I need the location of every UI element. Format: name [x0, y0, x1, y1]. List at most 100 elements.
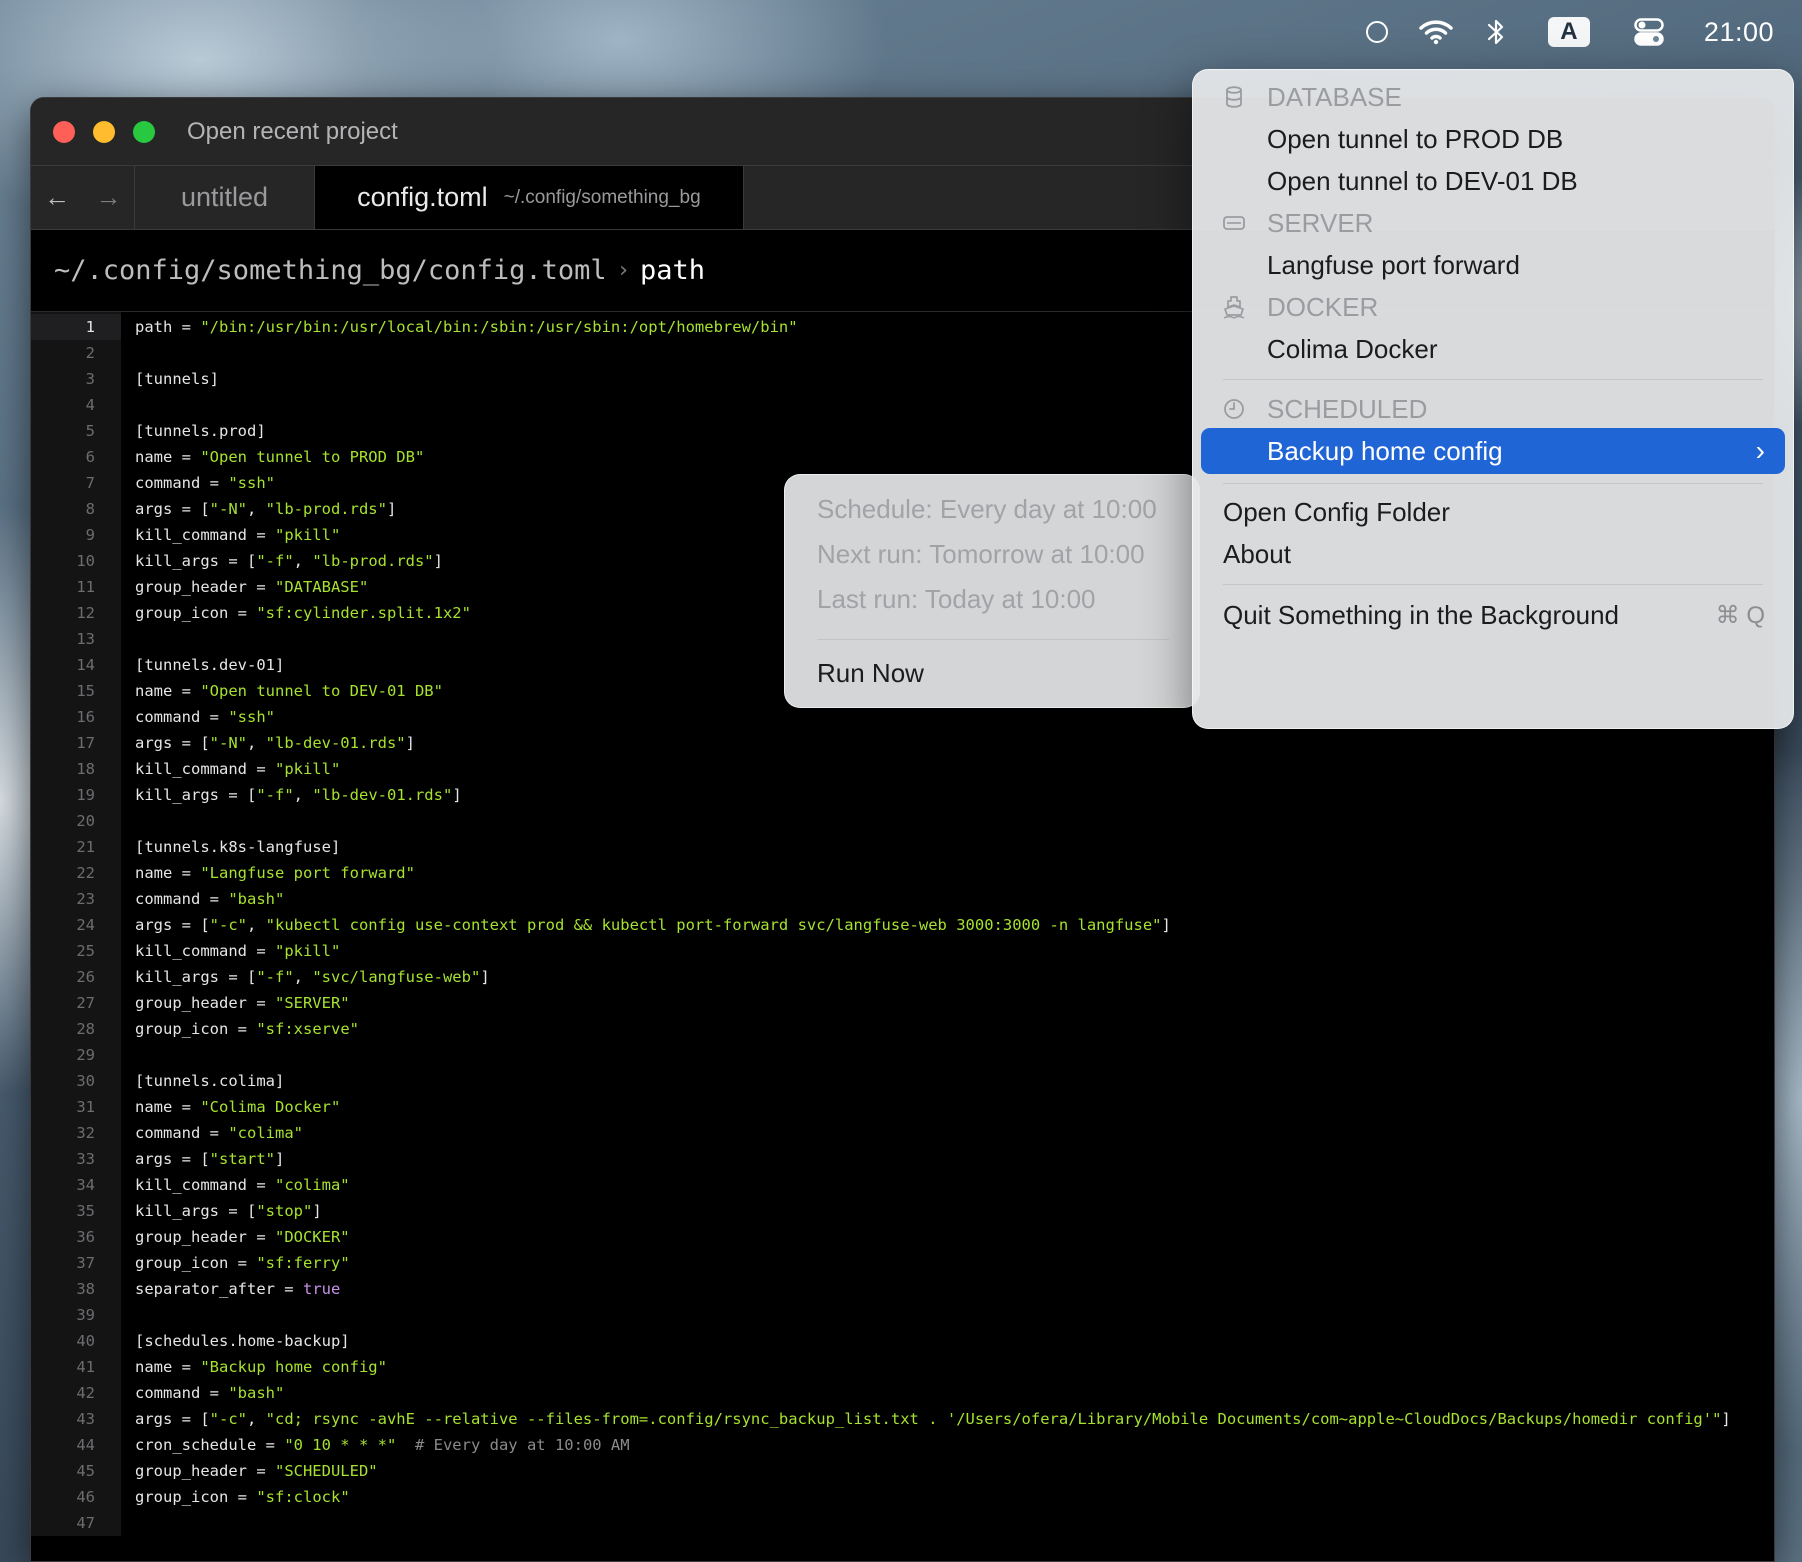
code-line[interactable]: group_icon = "sf:ferry": [135, 1250, 1774, 1276]
menu-item-label: Open tunnel to DEV-01 DB: [1267, 165, 1578, 196]
code-line[interactable]: args = ["-c", "kubectl config use-contex…: [135, 912, 1774, 938]
code-line[interactable]: [tunnels.k8s-langfuse]: [135, 834, 1774, 860]
line-number: 45: [76, 1462, 95, 1480]
code-line[interactable]: kill_command = "pkill": [135, 938, 1774, 964]
quit-item[interactable]: Quit Something in the Background ⌘ Q: [1193, 594, 1793, 636]
line-number: 1: [31, 314, 121, 340]
code-line[interactable]: [135, 1510, 1774, 1536]
breadcrumb-separator: ›: [616, 258, 630, 283]
colima-item[interactable]: Colima Docker: [1193, 328, 1793, 370]
menu-item-label: Backup home config: [1267, 435, 1503, 466]
code-line[interactable]: kill_command = "pkill": [135, 756, 1774, 782]
line-number: 47: [76, 1514, 95, 1532]
line-number: 28: [76, 1020, 95, 1038]
code-line[interactable]: command = "colima": [135, 1120, 1774, 1146]
breadcrumb-path[interactable]: ~/.config/something_bg/config.toml: [54, 255, 607, 286]
prod-tunnel-item[interactable]: Open tunnel to PROD DB: [1193, 118, 1793, 160]
code-line[interactable]: group_header = "SERVER": [135, 990, 1774, 1016]
code-line[interactable]: kill_args = ["stop"]: [135, 1198, 1774, 1224]
code-line[interactable]: args = ["-N", "lb-dev-01.rds"]: [135, 730, 1774, 756]
menu-item-label: Quit Something in the Background: [1223, 599, 1620, 630]
dev-tunnel-item[interactable]: Open tunnel to DEV-01 DB: [1193, 160, 1793, 202]
code-line[interactable]: group_icon = "sf:clock": [135, 1484, 1774, 1510]
tab-label: config.toml: [357, 182, 488, 212]
code-line[interactable]: kill_command = "colima": [135, 1172, 1774, 1198]
scheduled-header: SCHEDULED: [1193, 388, 1793, 430]
docker-header: DOCKER: [1193, 286, 1793, 328]
back-arrow-icon[interactable]: ←: [31, 166, 83, 229]
line-number: 11: [76, 578, 95, 596]
input-source-icon[interactable]: A: [1547, 17, 1590, 47]
tab-path: ~/.config/something_bg: [503, 186, 701, 208]
open-config-folder-item[interactable]: Open Config Folder: [1193, 491, 1793, 533]
line-number: 16: [76, 708, 95, 726]
line-number: 38: [76, 1280, 95, 1298]
close-window-button[interactable]: [53, 120, 75, 143]
menu-item-label: About: [1223, 538, 1291, 569]
line-number: 35: [76, 1202, 95, 1220]
line-number: 32: [76, 1124, 95, 1142]
code-line[interactable]: group_icon = "sf:xserve": [135, 1016, 1774, 1042]
code-line[interactable]: name = "Langfuse port forward": [135, 860, 1774, 886]
code-line[interactable]: [135, 1302, 1774, 1328]
code-line[interactable]: [schedules.home-backup]: [135, 1328, 1774, 1354]
wifi-icon[interactable]: [1418, 0, 1454, 64]
backup-home-config-item[interactable]: Backup home config ›: [1201, 428, 1785, 474]
bluetooth-icon[interactable]: [1484, 0, 1508, 64]
line-number: 19: [76, 786, 95, 804]
line-number: 26: [76, 968, 95, 986]
code-line[interactable]: command = "bash": [135, 1380, 1774, 1406]
minimize-window-button[interactable]: [93, 120, 115, 143]
line-number: 36: [76, 1228, 95, 1246]
line-number: 29: [76, 1046, 95, 1064]
tab-label: untitled: [181, 182, 269, 212]
forward-arrow-icon[interactable]: →: [83, 166, 135, 229]
zoom-window-button[interactable]: [133, 120, 155, 143]
line-number: 4: [85, 396, 95, 414]
tab-config-toml[interactable]: config.toml ~/.config/something_bg: [315, 166, 744, 229]
menu-item-label: Open Config Folder: [1223, 496, 1450, 527]
code-line[interactable]: name = "Colima Docker": [135, 1094, 1774, 1120]
langfuse-item[interactable]: Langfuse port forward: [1193, 244, 1793, 286]
code-line[interactable]: group_header = "DOCKER": [135, 1224, 1774, 1250]
line-number: 31: [76, 1098, 95, 1116]
schedule-submenu: Schedule: Every day at 10:00 Next run: T…: [784, 474, 1200, 708]
circle-status-icon[interactable]: [1365, 0, 1418, 64]
tab-untitled[interactable]: untitled: [135, 166, 316, 229]
about-item[interactable]: About: [1193, 533, 1793, 575]
line-number: 20: [76, 812, 95, 830]
server-header: SERVER: [1193, 202, 1793, 244]
line-number: 3: [85, 370, 95, 388]
line-number: 43: [76, 1410, 95, 1428]
quit-shortcut: ⌘ Q: [1715, 601, 1765, 629]
code-line[interactable]: cron_schedule = "0 10 * * *" # Every day…: [135, 1432, 1774, 1458]
menu-bar-clock[interactable]: 21:00: [1704, 0, 1774, 64]
database-header: DATABASE: [1193, 76, 1793, 118]
code-line[interactable]: kill_args = ["-f", "svc/langfuse-web"]: [135, 964, 1774, 990]
code-line[interactable]: [135, 808, 1774, 834]
menu-separator: [1223, 379, 1763, 380]
chevron-right-icon: ›: [1755, 435, 1765, 466]
code-line[interactable]: [tunnels.colima]: [135, 1068, 1774, 1094]
menu-item-label: Langfuse port forward: [1267, 249, 1520, 280]
code-line[interactable]: [135, 1042, 1774, 1068]
window-title[interactable]: Open recent project: [187, 118, 398, 146]
menu-separator: [1223, 584, 1763, 585]
line-number: 34: [76, 1176, 95, 1194]
control-center-icon[interactable]: [1634, 0, 1664, 64]
header-label: SERVER: [1267, 207, 1374, 238]
code-line[interactable]: separator_after = true: [135, 1276, 1774, 1302]
run-now-item[interactable]: Run Now: [817, 653, 924, 693]
code-line[interactable]: args = ["-c", "cd; rsync -avhE --relativ…: [135, 1406, 1774, 1432]
code-line[interactable]: kill_args = ["-f", "lb-dev-01.rds"]: [135, 782, 1774, 808]
line-number: 22: [76, 864, 95, 882]
code-line[interactable]: command = "bash": [135, 886, 1774, 912]
line-number: 7: [85, 474, 95, 492]
line-number: 33: [76, 1150, 95, 1168]
line-number: 8: [85, 500, 95, 518]
code-line[interactable]: args = ["start"]: [135, 1146, 1774, 1172]
code-line[interactable]: name = "Backup home config": [135, 1354, 1774, 1380]
breadcrumb-symbol[interactable]: path: [640, 255, 705, 286]
code-line[interactable]: group_header = "SCHEDULED": [135, 1458, 1774, 1484]
line-number: 10: [76, 552, 95, 570]
